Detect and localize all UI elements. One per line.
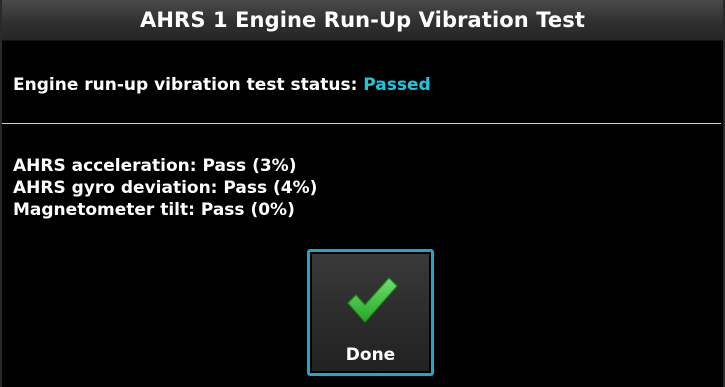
dialog-title: AHRS 1 Engine Run-Up Vibration Test bbox=[140, 8, 585, 32]
done-button-label: Done bbox=[345, 345, 396, 365]
done-button[interactable]: Done bbox=[307, 249, 434, 376]
section-divider bbox=[2, 123, 721, 124]
test-status-label: Engine run-up vibration test status: bbox=[13, 75, 358, 95]
result-ahrs-acceleration: AHRS acceleration: Pass (3%) bbox=[13, 156, 297, 176]
test-results-list: AHRS acceleration: Pass (3%) AHRS gyro d… bbox=[13, 155, 317, 221]
test-status-value: Passed bbox=[363, 75, 431, 95]
vibration-test-dialog: AHRS 1 Engine Run-Up Vibration Test Engi… bbox=[0, 0, 725, 387]
title-bar: AHRS 1 Engine Run-Up Vibration Test bbox=[2, 0, 723, 41]
checkmark-icon bbox=[347, 277, 398, 323]
test-status-line: Engine run-up vibration test status: Pas… bbox=[13, 75, 431, 95]
result-ahrs-gyro-deviation: AHRS gyro deviation: Pass (4%) bbox=[13, 178, 318, 198]
result-magnetometer-tilt: Magnetometer tilt: Pass (0%) bbox=[13, 200, 295, 220]
